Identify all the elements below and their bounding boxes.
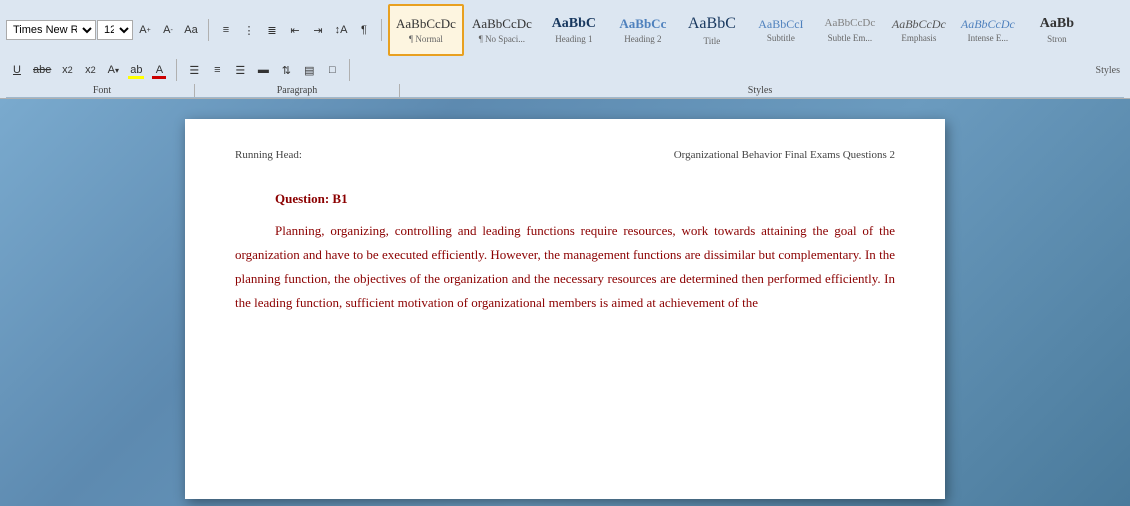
style-subtle-em[interactable]: AaBbCcDc Subtle Em...	[816, 4, 884, 56]
running-head: Running Head: Organizational Behavior Fi…	[235, 149, 895, 161]
style-heading2-preview: AaBbCc	[619, 16, 666, 32]
paragraph-format-group: ☰ ≡ ☰ ▬ ⇅ ▤ □	[183, 59, 350, 81]
style-strong-preview: AaBb	[1040, 16, 1074, 33]
show-paragraph-button[interactable]: ¶	[353, 19, 375, 41]
multilevel-list-button[interactable]: ≣	[261, 19, 283, 41]
style-intense-em-label: Intense E...	[968, 33, 1009, 43]
bullets-button[interactable]: ≡	[215, 19, 237, 41]
paragraph-group: ≡ ⋮ ≣ ⇤ ⇥ ↕A ¶	[215, 19, 382, 41]
superscript-button[interactable]: x2	[79, 59, 101, 81]
grow-font-button[interactable]: A+	[134, 19, 156, 41]
style-strong[interactable]: AaBb Stron	[1023, 4, 1091, 56]
ribbon-section-labels: Font Paragraph Styles	[6, 84, 1124, 98]
font-size-select[interactable]: 12	[97, 20, 133, 40]
style-heading1[interactable]: AaBbC Heading 1	[540, 4, 608, 56]
style-no-spacing[interactable]: AaBbCcDc ¶ No Spaci...	[465, 4, 539, 56]
style-intense-em[interactable]: AaBbCcDc Intense E...	[954, 4, 1022, 56]
styles-group: AaBbCcDc ¶ Normal AaBbCcDc ¶ No Spaci...…	[388, 4, 1124, 56]
text-effects-button[interactable]: A▾	[102, 59, 124, 81]
shading-button[interactable]: ▤	[298, 59, 320, 81]
paragraph-section-label: Paragraph	[197, 84, 397, 97]
style-heading2-label: Heading 2	[624, 34, 661, 44]
font-section-label: Font	[12, 84, 192, 97]
styles-section-header: Styles	[356, 65, 1124, 76]
font-group: Times New Roman 12 A+ A- Aa	[6, 19, 209, 41]
justify-button[interactable]: ▬	[252, 59, 274, 81]
change-case-button[interactable]: Aa	[180, 19, 202, 41]
style-no-spacing-preview: AaBbCcDc	[472, 16, 532, 32]
style-normal-label: ¶ Normal	[409, 34, 443, 44]
shrink-font-button[interactable]: A-	[157, 19, 179, 41]
borders-button[interactable]: □	[321, 59, 343, 81]
style-subtitle-preview: AaBbCcI	[758, 17, 803, 31]
running-head-left: Running Head:	[235, 149, 302, 161]
toolbar: Times New Roman 12 A+ A- Aa ≡ ⋮ ≣ ⇤ ⇥ ↕A…	[0, 0, 1130, 99]
style-title-label: Title	[704, 36, 721, 46]
style-emphasis-preview: AaBbCcDc	[892, 17, 946, 31]
line-spacing-button[interactable]: ⇅	[275, 59, 297, 81]
align-center-button[interactable]: ≡	[206, 59, 228, 81]
document-area: Running Head: Organizational Behavior Fi…	[0, 99, 1130, 506]
style-heading1-preview: AaBbC	[552, 16, 596, 33]
font-name-select[interactable]: Times New Roman	[6, 20, 96, 40]
style-normal-preview: AaBbCcDc	[396, 16, 456, 32]
text-highlight-button[interactable]: ab	[125, 59, 147, 81]
font-color-button[interactable]: A	[148, 59, 170, 81]
align-left-button[interactable]: ☰	[183, 59, 205, 81]
style-subtle-em-preview: AaBbCcDc	[825, 17, 876, 30]
style-strong-label: Stron	[1047, 34, 1067, 44]
align-right-button[interactable]: ☰	[229, 59, 251, 81]
style-emphasis-label: Emphasis	[901, 33, 936, 43]
styles-section-label: Styles	[402, 84, 1118, 97]
font-format-group: U abe x2 x2 A▾ ab A	[6, 59, 177, 81]
body-paragraph: Planning, organizing, controlling and le…	[235, 219, 895, 315]
running-head-right: Organizational Behavior Final Exams Ques…	[674, 149, 895, 161]
style-subtitle[interactable]: AaBbCcI Subtitle	[747, 4, 815, 56]
style-title[interactable]: AaBbC Title	[678, 4, 746, 56]
decrease-indent-button[interactable]: ⇤	[284, 19, 306, 41]
question-heading: Question: B1	[275, 191, 895, 207]
style-subtle-em-label: Subtle Em...	[828, 33, 873, 43]
style-intense-em-preview: AaBbCcDc	[961, 17, 1015, 31]
style-no-spacing-label: ¶ No Spaci...	[479, 34, 525, 44]
style-normal[interactable]: AaBbCcDc ¶ Normal	[388, 4, 464, 56]
strikethrough-button[interactable]: abe	[29, 59, 55, 81]
subscript-button[interactable]: x2	[56, 59, 78, 81]
toolbar-row-1: Times New Roman 12 A+ A- Aa ≡ ⋮ ≣ ⇤ ⇥ ↕A…	[6, 4, 1124, 56]
underline-button[interactable]: U	[6, 59, 28, 81]
document-body[interactable]: Planning, organizing, controlling and le…	[235, 219, 895, 315]
style-heading1-label: Heading 1	[555, 34, 592, 44]
sort-button[interactable]: ↕A	[330, 19, 352, 41]
styles-label: Styles	[1096, 65, 1120, 76]
toolbar-row-2: U abe x2 x2 A▾ ab A ☰ ≡ ☰ ▬ ⇅ ▤ □ Styles	[6, 59, 1124, 81]
increase-indent-button[interactable]: ⇥	[307, 19, 329, 41]
style-emphasis[interactable]: AaBbCcDc Emphasis	[885, 4, 953, 56]
style-subtitle-label: Subtitle	[767, 33, 795, 43]
document-page: Running Head: Organizational Behavior Fi…	[185, 119, 945, 499]
style-heading2[interactable]: AaBbCc Heading 2	[609, 4, 677, 56]
style-title-preview: AaBbC	[688, 14, 736, 33]
numbering-button[interactable]: ⋮	[238, 19, 260, 41]
